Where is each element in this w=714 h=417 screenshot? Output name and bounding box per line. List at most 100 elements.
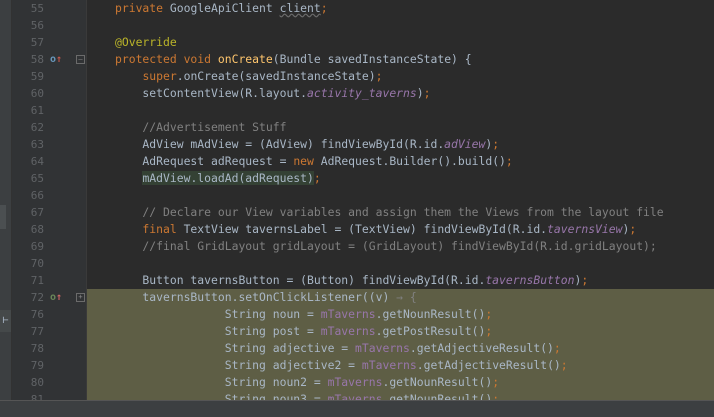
line-number: 78 xyxy=(30,342,44,355)
code-token: //final GridLayout gridLayout = (GridLay… xyxy=(115,239,657,253)
editor-bottom-scrollbar[interactable] xyxy=(0,400,714,417)
code-token: AdRequest adRequest = xyxy=(115,154,294,168)
line-number: 72 xyxy=(30,291,44,304)
code-token: AdRequest.Builder().build() xyxy=(320,154,506,168)
code-token: .getNounResult() xyxy=(382,392,493,400)
code-token: //Advertisement Stuff xyxy=(115,120,287,134)
code-token: mTaverns xyxy=(327,375,383,389)
line-number: 66 xyxy=(30,189,44,202)
line-number: 63 xyxy=(30,138,44,151)
code-token: AdView mAdView = (AdView) findViewById(R… xyxy=(115,137,445,151)
lambda-gutter-icon[interactable]: o↑ xyxy=(50,289,62,306)
code-token: ; xyxy=(313,171,321,185)
code-line[interactable]: //final GridLayout gridLayout = (GridLay… xyxy=(87,238,714,255)
code-line[interactable]: String noun3 = mTaverns.getNounResult(); xyxy=(87,391,714,400)
line-number: 64 xyxy=(30,155,44,168)
code-line[interactable]: String post = mTaverns.getPostResult(); xyxy=(87,323,714,340)
code-token: adView xyxy=(444,137,486,151)
code-line[interactable]: protected void onCreate(Bundle savedInst… xyxy=(87,51,714,68)
line-number: 61 xyxy=(30,104,44,117)
code-token: mTaverns xyxy=(361,358,417,372)
code-line[interactable]: Button tavernsButton = (Button) findView… xyxy=(87,272,714,289)
code-line[interactable]: AdView mAdView = (AdView) findViewById(R… xyxy=(87,136,714,153)
code-token: TextView tavernsLabel = (TextView) findV… xyxy=(183,222,548,236)
code-token: String noun = xyxy=(115,307,321,321)
code-token: private xyxy=(115,1,170,15)
code-token: .getAdjectiveResult() xyxy=(416,358,561,372)
code-token: // Declare our View variables and assign… xyxy=(115,205,664,219)
code-token: protected void xyxy=(115,52,218,66)
line-number: 56 xyxy=(30,19,44,32)
code-line[interactable]: String adjective = mTaverns.getAdjective… xyxy=(87,340,714,357)
code-token: final xyxy=(115,222,184,236)
code-token: super xyxy=(142,69,177,83)
code-token: ; xyxy=(505,154,513,168)
code-token: setContentView(R.layout. xyxy=(115,86,308,100)
code-line[interactable]: @Override xyxy=(87,34,714,51)
line-number: 59 xyxy=(30,70,44,83)
code-line[interactable]: setContentView(R.layout.activity_taverns… xyxy=(87,85,714,102)
code-token: ; xyxy=(485,324,493,338)
code-line[interactable]: mAdView.loadAd(adRequest); xyxy=(87,170,714,187)
code-token: client xyxy=(279,1,321,15)
code-token: ; xyxy=(492,137,500,151)
line-number: 76 xyxy=(30,308,44,321)
code-token: onCreate xyxy=(217,52,273,66)
code-token: mTaverns xyxy=(327,392,383,400)
line-number: 68 xyxy=(30,223,44,236)
code-line[interactable]: final TextView tavernsLabel = (TextView)… xyxy=(87,221,714,238)
code-token: (Bundle savedInstanceState) { xyxy=(272,52,472,66)
code-line[interactable]: private GoogleApiClient client; xyxy=(87,0,714,17)
line-number: 70 xyxy=(30,257,44,270)
code-token: ; xyxy=(629,222,637,236)
code-token: mTaverns xyxy=(320,324,376,338)
code-token: mAdView.loadAd(adRequest) xyxy=(142,171,314,185)
line-number: 79 xyxy=(30,359,44,372)
code-line[interactable] xyxy=(87,255,714,272)
line-number: 77 xyxy=(30,325,44,338)
code-token: ; xyxy=(581,273,589,287)
code-editor[interactable]: private GoogleApiClient client; @Override… xyxy=(87,0,714,400)
code-token: ; xyxy=(560,358,568,372)
line-number: 69 xyxy=(30,240,44,253)
code-line[interactable]: tavernsButton.setOnClickListener((v) → { xyxy=(87,289,714,306)
code-token: String adjective = xyxy=(115,341,356,355)
code-token: tavernsView xyxy=(547,222,623,236)
code-token: String post = xyxy=(115,324,321,338)
code-token: ; xyxy=(553,341,561,355)
fold-expand-icon[interactable]: + xyxy=(76,293,85,302)
code-line[interactable]: String noun = mTaverns.getNounResult(); xyxy=(87,306,714,323)
override-method-icon[interactable]: o↑ xyxy=(50,51,62,68)
code-token: .onCreate(savedInstanceState) xyxy=(176,69,376,83)
tool-window-tab[interactable] xyxy=(0,205,6,229)
code-line[interactable]: String noun2 = mTaverns.getNounResult(); xyxy=(87,374,714,391)
fold-collapse-icon[interactable]: – xyxy=(76,55,85,64)
line-number: 65 xyxy=(30,172,44,185)
code-line[interactable] xyxy=(87,102,714,119)
code-line[interactable]: // Declare our View variables and assign… xyxy=(87,204,714,221)
code-token: Button tavernsButton = (Button) findView… xyxy=(115,273,486,287)
code-token: mTaverns xyxy=(355,341,410,355)
code-token: ; xyxy=(423,86,431,100)
line-number: 58 xyxy=(30,53,44,66)
line-number: 71 xyxy=(30,274,44,287)
code-token: String noun2 = xyxy=(115,375,328,389)
code-token: ; xyxy=(375,69,383,83)
code-line[interactable]: //Advertisement Stuff xyxy=(87,119,714,136)
code-token: ; xyxy=(485,307,493,321)
code-token: ) xyxy=(416,86,424,100)
line-number: 60 xyxy=(30,87,44,100)
code-line[interactable]: super.onCreate(savedInstanceState); xyxy=(87,68,714,85)
code-token: ; xyxy=(492,392,500,400)
line-number: 62 xyxy=(30,121,44,134)
code-token: String adjective2 = xyxy=(115,358,362,372)
code-line[interactable]: AdRequest adRequest = new AdRequest.Buil… xyxy=(87,153,714,170)
line-number: 55 xyxy=(30,2,44,15)
code-line[interactable] xyxy=(87,17,714,34)
tool-window-strip: ⊢ xyxy=(0,0,12,416)
code-token: .getNounResult() xyxy=(375,307,486,321)
tool-window-button[interactable]: ⊢ xyxy=(0,310,11,332)
code-line[interactable] xyxy=(87,187,714,204)
code-token: mTaverns xyxy=(320,307,376,321)
code-line[interactable]: String adjective2 = mTaverns.getAdjectiv… xyxy=(87,357,714,374)
